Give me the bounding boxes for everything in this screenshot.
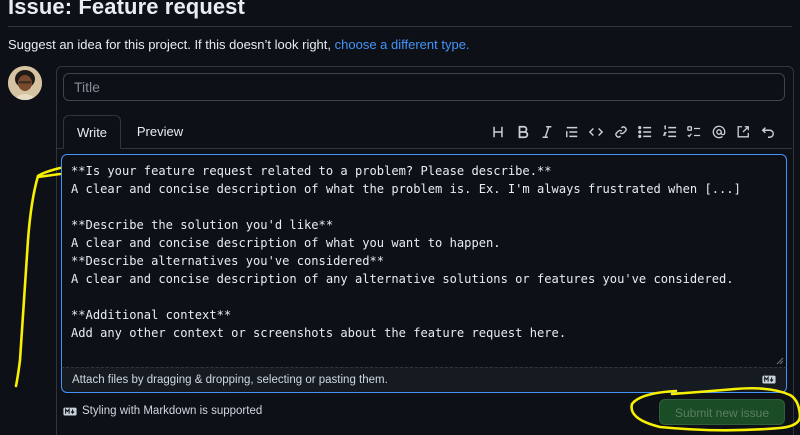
issue-body-line: Add any other context or screenshots abo… (71, 326, 567, 340)
issue-body-line (71, 198, 741, 216)
attach-files-label: Attach files by dragging & dropping, sel… (72, 374, 388, 386)
unordered-list-icon[interactable] (633, 122, 658, 142)
tab-preview[interactable]: Preview (125, 115, 195, 149)
italic-icon[interactable] (535, 122, 560, 142)
mention-icon[interactable] (707, 122, 732, 142)
issue-body-textarea[interactable]: **Is your feature request related to a p… (61, 154, 787, 367)
template-description: Suggest an idea for this project. If thi… (8, 37, 470, 52)
markdown-icon (762, 375, 776, 384)
markdown-toolbar (486, 122, 780, 142)
issue-title-input[interactable] (63, 73, 785, 101)
code-icon[interactable] (584, 122, 609, 142)
issue-body-line: **Describe alternatives you've considere… (71, 254, 385, 268)
issue-body-line: **Is your feature request related to a p… (71, 164, 552, 178)
attach-files-bar[interactable]: Attach files by dragging & dropping, sel… (61, 367, 787, 393)
page-title: Issue: Feature request (8, 0, 245, 19)
markdown-icon (63, 407, 77, 415)
issue-body-line: A clear and concise description of what … (71, 236, 501, 250)
heading-divider (8, 26, 792, 27)
markdown-support-label: Styling with Markdown is supported (82, 405, 263, 417)
quote-icon[interactable] (560, 122, 585, 142)
issue-body-line: **Describe the solution you'd like** (71, 218, 334, 232)
template-description-text: Suggest an idea for this project. If thi… (8, 37, 335, 52)
issue-body-line: **Additional context** (71, 308, 232, 322)
cross-reference-icon[interactable] (731, 122, 756, 142)
issue-body-line: A clear and concise description of what … (71, 182, 741, 196)
heading-icon[interactable] (486, 122, 511, 142)
issue-body-line: A clear and concise description of any a… (71, 272, 734, 286)
bold-icon[interactable] (511, 122, 536, 142)
issue-body-line (71, 288, 741, 306)
ordered-list-icon[interactable] (658, 122, 683, 142)
task-list-icon[interactable] (682, 122, 707, 142)
markdown-support-note[interactable]: Styling with Markdown is supported (63, 405, 262, 417)
highlighter-bracket-stroke (14, 166, 62, 388)
avatar[interactable] (8, 66, 42, 100)
tab-write[interactable]: Write (63, 115, 121, 149)
link-icon[interactable] (609, 122, 634, 142)
resize-grip-icon[interactable] (776, 357, 784, 365)
submit-new-issue-button[interactable]: Submit new issue (659, 399, 785, 425)
issue-body-text: **Is your feature request related to a p… (71, 162, 741, 342)
undo-icon[interactable] (756, 122, 781, 142)
choose-different-type-link[interactable]: choose a different type. (335, 37, 470, 52)
avatar-image (8, 66, 42, 100)
